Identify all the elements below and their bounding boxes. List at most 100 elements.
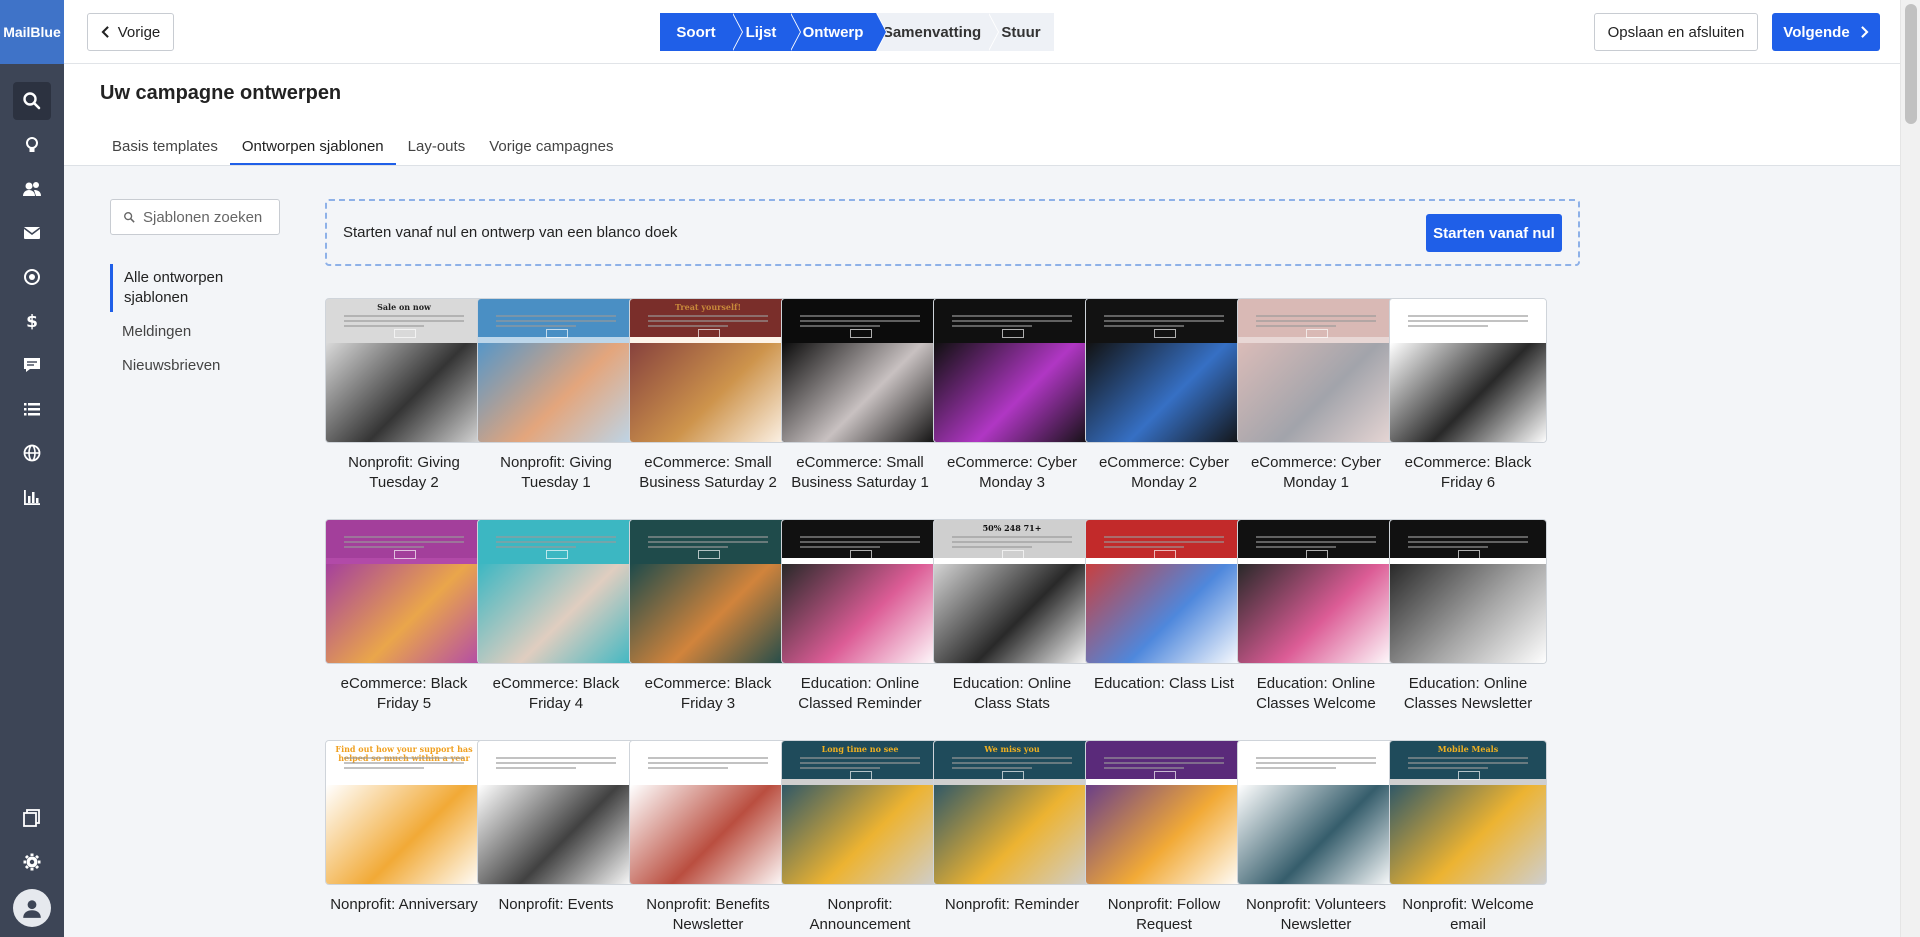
template-search-input[interactable]: Sjablonen zoeken [110, 199, 280, 235]
template-thumbnail[interactable] [781, 519, 939, 664]
page-scrollbar[interactable] [1900, 0, 1920, 937]
tab-lay-outs[interactable]: Lay-outs [396, 130, 478, 166]
template-card[interactable]: Sale on now Nonprofit: Giving Tuesday 2 [325, 298, 483, 493]
template-card[interactable]: eCommerce: Cyber Monday 3 [933, 298, 1091, 493]
template-card[interactable]: eCommerce: Cyber Monday 2 [1085, 298, 1243, 493]
chat-icon[interactable] [13, 346, 51, 384]
step-soort[interactable]: Soort [660, 13, 742, 51]
template-card[interactable]: eCommerce: Black Friday 3 [629, 519, 787, 714]
template-thumbnail[interactable]: Treat yourself! [629, 298, 787, 443]
template-thumbnail[interactable] [477, 519, 635, 664]
template-thumbnail[interactable]: Long time no see [781, 740, 939, 885]
scroll-thumb[interactable] [1905, 4, 1917, 124]
template-card[interactable]: eCommerce: Black Friday 6 [1389, 298, 1547, 493]
contacts-icon[interactable] [13, 170, 51, 208]
thumbnail-text-line [648, 767, 728, 769]
save-and-close-button[interactable]: Opslaan en afsluiten [1594, 13, 1758, 51]
globe-icon[interactable] [13, 434, 51, 472]
thumbnail-text-line [496, 320, 616, 322]
thumbnail-image [630, 564, 786, 663]
thumbnail-text-line [1256, 315, 1376, 317]
template-thumbnail[interactable] [1085, 519, 1243, 664]
tab-basis-templates[interactable]: Basis templates [100, 130, 230, 166]
tab-ontworpen-sjablonen[interactable]: Ontworpen sjablonen [229, 130, 396, 166]
thumbnail-cta [394, 329, 416, 338]
back-button[interactable]: Vorige [87, 13, 174, 51]
template-card[interactable]: Nonprofit: Giving Tuesday 1 [477, 298, 635, 493]
template-card[interactable]: Nonprofit: Events [477, 740, 635, 915]
content-area: Sjablonen zoeken Alle ontworpen sjablone… [64, 166, 1900, 937]
template-thumbnail[interactable] [1085, 740, 1243, 885]
thumbnail-image [782, 343, 938, 442]
brand-logo[interactable]: MailBlue [0, 0, 64, 64]
template-thumbnail[interactable] [477, 298, 635, 443]
thumbnail-heading: We miss you [984, 744, 1040, 754]
thumbnail-text-line [1256, 325, 1336, 327]
template-thumbnail[interactable] [1389, 519, 1547, 664]
thumbnail-cta [546, 329, 568, 338]
template-thumbnail[interactable] [629, 519, 787, 664]
tab-vorige-campagnes[interactable]: Vorige campagnes [477, 130, 625, 166]
template-card[interactable]: Nonprofit: Follow Request [1085, 740, 1243, 935]
step-samenvatting[interactable]: Samenvatting [876, 13, 998, 51]
category-item[interactable]: Alle ontworpen sjablonen [110, 264, 280, 312]
template-card[interactable]: Education: Online Classed Reminder [781, 519, 939, 714]
template-thumbnail[interactable] [1237, 519, 1395, 664]
bar-chart-icon[interactable] [13, 478, 51, 516]
template-thumbnail[interactable] [477, 740, 635, 885]
template-thumbnail[interactable] [325, 519, 483, 664]
template-card[interactable]: We miss you Nonprofit: Reminder [933, 740, 1091, 915]
template-card[interactable]: eCommerce: Black Friday 4 [477, 519, 635, 714]
template-card[interactable]: Nonprofit: Volunteers Newsletter [1237, 740, 1395, 935]
lightbulb-icon[interactable] [13, 126, 51, 164]
start-from-scratch-button[interactable]: Starten vanaf nul [1426, 214, 1562, 252]
thumbnail-image [1238, 564, 1394, 663]
template-thumbnail[interactable] [1237, 298, 1395, 443]
svg-text:$: $ [26, 312, 38, 331]
category-item[interactable]: Nieuwsbrieven [110, 352, 280, 380]
template-thumbnail[interactable] [629, 740, 787, 885]
dollar-icon[interactable]: $ [13, 302, 51, 340]
template-card[interactable]: eCommerce: Black Friday 5 [325, 519, 483, 714]
template-card[interactable]: eCommerce: Small Business Saturday 1 [781, 298, 939, 493]
template-card[interactable]: Treat yourself! eCommerce: Small Business… [629, 298, 787, 493]
template-thumbnail[interactable]: Mobile Meals [1389, 740, 1547, 885]
template-thumbnail[interactable] [1085, 298, 1243, 443]
template-card[interactable]: Education: Online Classes Newsletter [1389, 519, 1547, 714]
thumbnail-text-line [952, 762, 1072, 764]
list-icon[interactable] [13, 390, 51, 428]
template-card[interactable]: Find out how your support has helped so … [325, 740, 483, 915]
mail-icon[interactable] [13, 214, 51, 252]
template-card[interactable]: Nonprofit: Benefits Newsletter [629, 740, 787, 935]
template-thumbnail[interactable]: Find out how your support has helped so … [325, 740, 483, 885]
template-thumbnail[interactable]: Sale on now [325, 298, 483, 443]
template-name: Nonprofit: Reminder [944, 896, 1080, 913]
user-avatar-icon[interactable] [13, 889, 51, 927]
template-card[interactable]: Mobile Meals Nonprofit: Welcome email [1389, 740, 1547, 935]
target-icon[interactable] [13, 258, 51, 296]
next-button[interactable]: Volgende [1772, 13, 1880, 51]
template-card[interactable]: Education: Class List [1085, 519, 1243, 694]
template-thumbnail[interactable] [933, 298, 1091, 443]
template-thumbnail[interactable] [781, 298, 939, 443]
thumbnail-cta [394, 550, 416, 559]
pages-icon[interactable] [13, 799, 51, 837]
template-thumbnail[interactable]: We miss you [933, 740, 1091, 885]
template-card[interactable]: eCommerce: Cyber Monday 1 [1237, 298, 1395, 493]
thumbnail-text-line [1256, 762, 1376, 764]
template-thumbnail[interactable] [1389, 298, 1547, 443]
template-thumbnail[interactable] [1237, 740, 1395, 885]
thumbnail-text-line [648, 541, 768, 543]
template-thumbnail[interactable]: 50% 248 71+ [933, 519, 1091, 664]
template-card[interactable]: 50% 248 71+ Education: Online Class Stats [933, 519, 1091, 714]
step-ontwerp[interactable]: Ontwerp [790, 13, 886, 51]
category-item[interactable]: Meldingen [110, 318, 280, 346]
gear-icon[interactable] [13, 843, 51, 881]
template-card[interactable]: Long time no see Nonprofit: Announcement [781, 740, 939, 935]
template-card[interactable]: Education: Online Classes Welcome [1237, 519, 1395, 714]
thumbnail-text-line [344, 320, 464, 322]
thumbnail-heading: 50% 248 71+ [982, 523, 1042, 533]
chevron-right-icon [1860, 26, 1869, 38]
template-name: Education: Online Classed Reminder [798, 675, 922, 712]
search-icon[interactable] [13, 82, 51, 120]
